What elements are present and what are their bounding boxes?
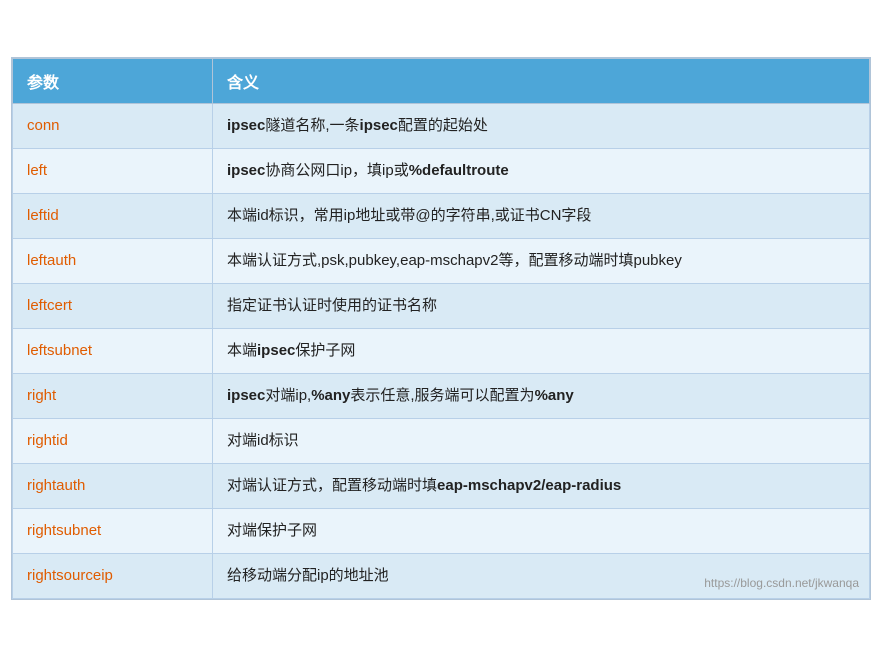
param-cell: rightauth [13, 463, 213, 508]
param-cell: leftid [13, 193, 213, 238]
table-row: leftcert指定证书认证时使用的证书名称 [13, 283, 870, 328]
table-row: leftauth本端认证方式,psk,pubkey,eap-mschapv2等，… [13, 238, 870, 283]
table-wrapper: 参数 含义 connipsec隧道名称,一条ipsec配置的起始处leftips… [11, 57, 871, 600]
param-cell: rightsubnet [13, 508, 213, 553]
table-header-row: 参数 含义 [13, 58, 870, 103]
param-cell: rightid [13, 418, 213, 463]
table-row: rightipsec对端ip,%any表示任意,服务端可以配置为%any [13, 373, 870, 418]
table-row: rightid对端id标识 [13, 418, 870, 463]
param-cell: right [13, 373, 213, 418]
desc-cell: 本端id标识，常用ip地址或带@的字符串,或证书CN字段 [213, 193, 870, 238]
param-cell: left [13, 148, 213, 193]
param-cell: leftcert [13, 283, 213, 328]
header-param: 参数 [13, 58, 213, 103]
table-row: rightauth对端认证方式，配置移动端时填eap-mschapv2/eap-… [13, 463, 870, 508]
table-container: 参数 含义 connipsec隧道名称,一条ipsec配置的起始处leftips… [11, 57, 871, 600]
desc-cell: 对端认证方式，配置移动端时填eap-mschapv2/eap-radius [213, 463, 870, 508]
table-row: leftipsec协商公网口ip，填ip或%defaultroute [13, 148, 870, 193]
param-cell: rightsourceip [13, 553, 213, 598]
header-meaning: 含义 [213, 58, 870, 103]
param-cell: conn [13, 103, 213, 148]
table-row: connipsec隧道名称,一条ipsec配置的起始处 [13, 103, 870, 148]
param-cell: leftsubnet [13, 328, 213, 373]
desc-cell: 指定证书认证时使用的证书名称 [213, 283, 870, 328]
desc-cell: ipsec对端ip,%any表示任意,服务端可以配置为%any [213, 373, 870, 418]
desc-cell: ipsec隧道名称,一条ipsec配置的起始处 [213, 103, 870, 148]
desc-cell: 对端id标识 [213, 418, 870, 463]
params-table: 参数 含义 connipsec隧道名称,一条ipsec配置的起始处leftips… [12, 58, 870, 599]
watermark: https://blog.csdn.net/jkwanqa [704, 576, 859, 590]
param-cell: leftauth [13, 238, 213, 283]
desc-cell: ipsec协商公网口ip，填ip或%defaultroute [213, 148, 870, 193]
desc-cell: 本端ipsec保护子网 [213, 328, 870, 373]
table-row: leftid本端id标识，常用ip地址或带@的字符串,或证书CN字段 [13, 193, 870, 238]
desc-cell: 本端认证方式,psk,pubkey,eap-mschapv2等，配置移动端时填p… [213, 238, 870, 283]
desc-cell: 对端保护子网 [213, 508, 870, 553]
table-row: rightsubnet对端保护子网 [13, 508, 870, 553]
table-row: leftsubnet本端ipsec保护子网 [13, 328, 870, 373]
